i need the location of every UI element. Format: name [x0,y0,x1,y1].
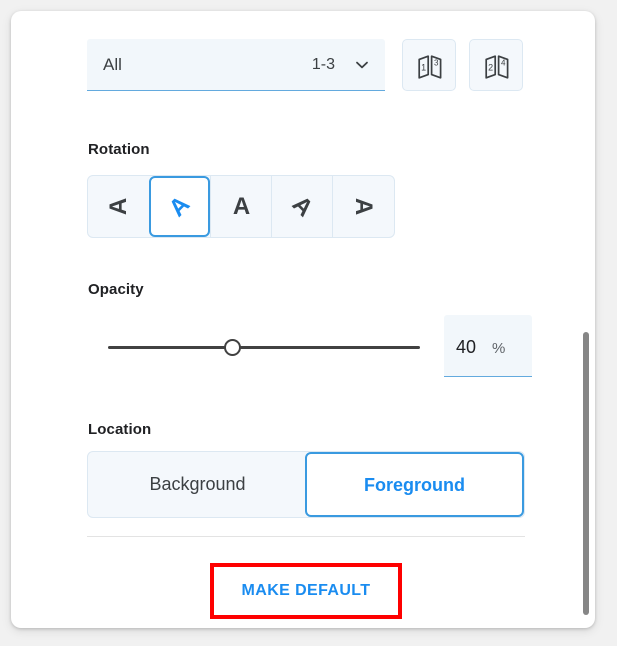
chevron-down-icon [355,58,369,72]
opacity-slider-track [108,346,420,349]
rotation-button-group: AAAAA [87,175,395,238]
rotation-label: Rotation [88,141,150,158]
location-button-group: Background Foreground [87,451,525,518]
page-spread-1-3-button[interactable]: 1 3 [402,39,456,91]
opacity-value: 40 [456,337,477,357]
opacity-input[interactable]: 40 % [444,315,532,377]
rotation-option-rotate-45[interactable]: A [271,176,332,237]
location-option-foreground[interactable]: Foreground [305,452,524,517]
page-range-row: All 1-3 1 3 2 4 [87,29,523,91]
page-range-select-label: All [103,55,122,74]
rotation-option-rotate-minus-45[interactable]: A [149,176,210,237]
page-spread-2-4-button[interactable]: 2 4 [469,39,523,91]
opacity-slider-thumb[interactable] [224,339,242,356]
opacity-row: 40 % [87,311,532,383]
rotation-glyph-rotate-90: A [350,197,377,216]
svg-text:2: 2 [488,62,493,72]
make-default-button[interactable]: MAKE DEFAULT [214,567,398,615]
rotation-option-rotate-90[interactable]: A [332,176,393,237]
svg-text:3: 3 [434,59,439,68]
panel-scrollbar-thumb[interactable] [583,332,589,615]
panel-scrollbar[interactable] [582,19,590,620]
svg-text:4: 4 [501,59,506,68]
opacity-slider[interactable] [108,337,420,359]
location-label: Location [88,421,152,438]
page-range-select-value: 1-3 [311,56,335,73]
settings-panel-card: All 1-3 1 3 2 4 Rotation A A A A A Opaci… [11,11,595,628]
svg-text:1: 1 [421,62,426,72]
opacity-unit: % [492,340,506,357]
footer-divider [87,536,525,537]
opacity-label: Opacity [88,281,144,298]
page-range-select[interactable]: All 1-3 [87,39,385,91]
location-option-background[interactable]: Background [88,452,307,517]
